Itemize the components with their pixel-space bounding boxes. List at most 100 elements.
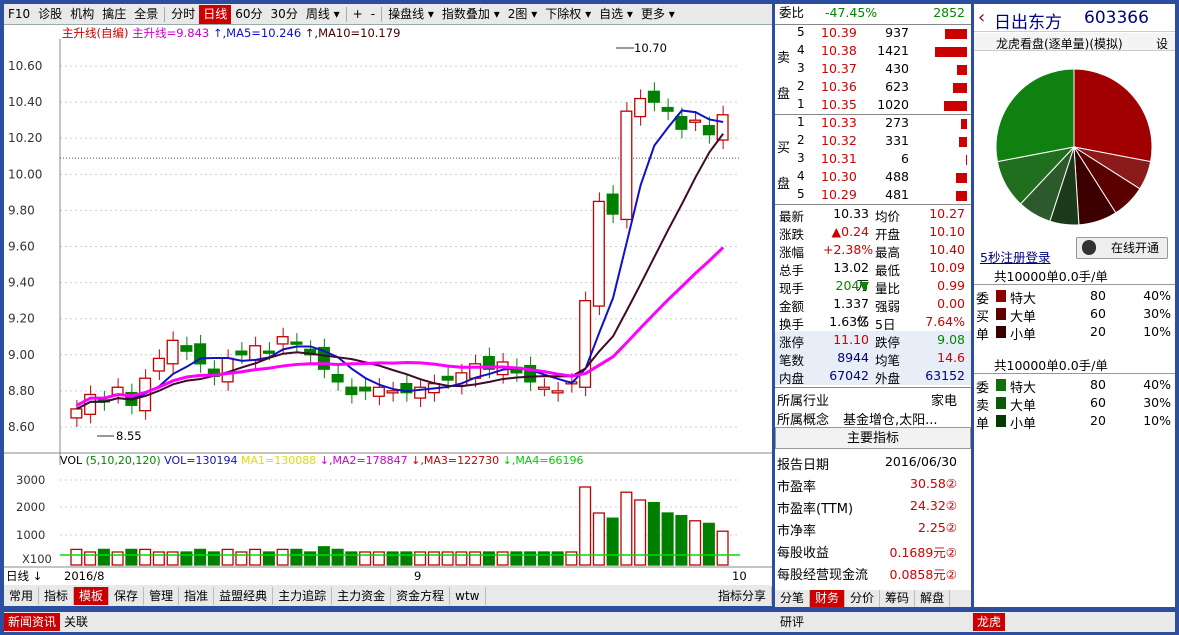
- order-type: 大单: [1010, 399, 1037, 414]
- stats-row: 总手 13.02万 最低 10.09: [775, 259, 971, 293]
- longhu-title: 龙虎看盘(逐单量)(模拟): [996, 37, 1123, 51]
- volume-bar: [675, 514, 688, 566]
- toolbar-item-6[interactable]: 日线: [199, 4, 232, 24]
- quote-tab-0[interactable]: 分笔: [775, 590, 811, 607]
- toolbar-item-2[interactable]: 机构: [66, 5, 98, 24]
- bottom-tab-8[interactable]: 主力资金: [332, 586, 392, 605]
- section-header: 共10000单0.0手/单: [994, 358, 1108, 373]
- order-pct: 40%: [1143, 288, 1171, 303]
- toolbar-separator: [164, 6, 166, 22]
- buy-book-price: 10.32: [821, 133, 857, 148]
- buy-book-level: 5: [797, 187, 805, 201]
- toolbar-item-4[interactable]: 全景: [130, 5, 162, 24]
- section-divider: [974, 284, 1175, 285]
- quote-tab-3[interactable]: 筹码: [880, 590, 916, 607]
- price-axis-label: 9.00: [8, 348, 35, 362]
- candle-body: [70, 408, 83, 419]
- toolbar-item-12[interactable]: 操盘线 ▾: [384, 5, 438, 24]
- bottom-tab-7[interactable]: 主力追踪: [273, 586, 333, 605]
- volume-bar: [606, 517, 619, 566]
- volume-bar: [345, 551, 358, 566]
- section-side-label: 委: [976, 292, 990, 307]
- volume-bar: [400, 551, 413, 566]
- toolbar-item-1[interactable]: 诊股: [34, 5, 66, 24]
- volume-bar: [702, 522, 715, 566]
- buy-book-bar: [956, 191, 967, 201]
- toolbar-item-14[interactable]: 2图 ▾: [504, 5, 541, 24]
- bottom-tab-5[interactable]: 指准: [179, 586, 215, 605]
- stat-value: 1.63%: [829, 314, 869, 329]
- toolbar-item-5[interactable]: 分时: [167, 5, 199, 24]
- sell-book-price: 10.36: [821, 79, 857, 94]
- bottom-tab-1[interactable]: 指标: [39, 586, 75, 605]
- sell-book-price: 10.35: [821, 97, 857, 112]
- price-axis-label: 8.60: [8, 420, 35, 434]
- quote-tab-4[interactable]: 解盘: [915, 590, 951, 607]
- register-link[interactable]: 5秒注册登录: [980, 247, 1050, 266]
- vol-legend-item: (5,10,20,120): [86, 454, 161, 467]
- order-pct: 10%: [1143, 413, 1171, 428]
- volume-bar: [304, 551, 317, 566]
- volume-bar: [482, 551, 495, 566]
- buy-book-level: 3: [797, 151, 805, 165]
- bottom-tab-9[interactable]: 资金方程: [391, 586, 451, 605]
- stats-row: 现手 204▼ 量比 0.99: [775, 277, 971, 296]
- sell-book-level: 2: [797, 79, 805, 93]
- toolbar-item-17[interactable]: 更多 ▾: [637, 5, 679, 24]
- toolbar-item-10[interactable]: +: [349, 5, 367, 24]
- quote-tab-1[interactable]: 财务: [810, 590, 846, 607]
- toolbar-item-15[interactable]: 下除权 ▾: [541, 5, 595, 24]
- toolbar-item-3[interactable]: 擒庄: [98, 5, 130, 24]
- order-color-swatch: [996, 415, 1006, 427]
- toolbar-item-11[interactable]: -: [367, 5, 379, 24]
- toolbar-item-16[interactable]: 自选 ▾: [595, 5, 637, 24]
- bottom-tab-3[interactable]: 保存: [109, 586, 145, 605]
- sell-book-volume: 1421: [877, 43, 909, 58]
- toolbar-item-13[interactable]: 指数叠加 ▾: [438, 5, 504, 24]
- bottom-tab-10[interactable]: wtw: [450, 586, 486, 605]
- price-low-label: 8.55: [116, 429, 142, 443]
- toolbar-item-9[interactable]: 周线 ▾: [302, 5, 344, 24]
- svg-text:VOL (5,10,20,120) VOL=130194 M: VOL (5,10,20,120) VOL=130194 MA1=130088 …: [60, 454, 584, 467]
- kline-chart[interactable]: 主升线(自编) 主升线=9.843 ↑,MA5=10.246 ↑,MA10=10…: [4, 25, 772, 585]
- volume-bar: [565, 551, 578, 566]
- longhu-title-bar: 龙虎看盘(逐单量)(模拟) 设: [974, 33, 1175, 51]
- bottom-tab-11[interactable]: 指标分享: [713, 586, 772, 605]
- settings-button[interactable]: 设: [1156, 35, 1168, 52]
- quote-tab-2[interactable]: 分价: [845, 590, 881, 607]
- toolbar-item-8[interactable]: 30分: [267, 5, 302, 24]
- bottom-tab-4[interactable]: 管理: [144, 586, 180, 605]
- online-open-button[interactable]: 在线开通: [1076, 237, 1168, 259]
- volume-bar: [139, 548, 152, 566]
- toolbar-item-7[interactable]: 60分: [231, 5, 266, 24]
- stock-name: 日出东方: [994, 13, 1062, 33]
- order-pie-chart: [995, 68, 1153, 226]
- volume-bar: [359, 551, 372, 566]
- toolbar-item-0[interactable]: F10: [4, 5, 34, 24]
- stats-row: 涨停 11.10 跌停 9.08: [775, 331, 971, 350]
- chevron-left-icon[interactable]: ‹: [978, 7, 985, 28]
- order-count: 60: [1090, 395, 1106, 410]
- volume-bar: [620, 491, 633, 566]
- toolbar-separator: [381, 6, 383, 22]
- vol-legend-item: ↓,MA3=122730: [408, 454, 499, 467]
- bottom-tab-2[interactable]: 模板: [74, 586, 110, 605]
- volume-bar: [97, 548, 110, 566]
- bottom-tab-0[interactable]: 常用: [4, 586, 40, 605]
- key-label: 报告日期: [777, 458, 830, 473]
- stat-value: 14.6: [937, 350, 965, 365]
- sell-book-bar: [953, 83, 967, 93]
- volume-bar: [427, 551, 440, 566]
- volume-bar: [386, 551, 399, 566]
- sell-book-price: 10.38: [821, 43, 857, 58]
- sell-book: 卖盘 5 10.39 937 4 10.38 1421 3 10.37 430 2 10.36 623 1…: [775, 24, 971, 114]
- quote-tab-5[interactable]: 研评: [780, 613, 804, 630]
- volume-bar: [290, 548, 303, 566]
- volume-bar: [70, 548, 83, 566]
- bottom-tab-6[interactable]: 益盟经典: [214, 586, 274, 605]
- status-item-0[interactable]: 新闻资讯: [4, 613, 61, 631]
- status-item-1[interactable]: 关联: [60, 613, 92, 631]
- status-item-2[interactable]: 龙虎: [972, 613, 1005, 631]
- kline-svg: 主升线(自编) 主升线=9.843 ↑,MA5=10.246 ↑,MA10=10…: [4, 25, 772, 585]
- volume-bar: [579, 486, 592, 566]
